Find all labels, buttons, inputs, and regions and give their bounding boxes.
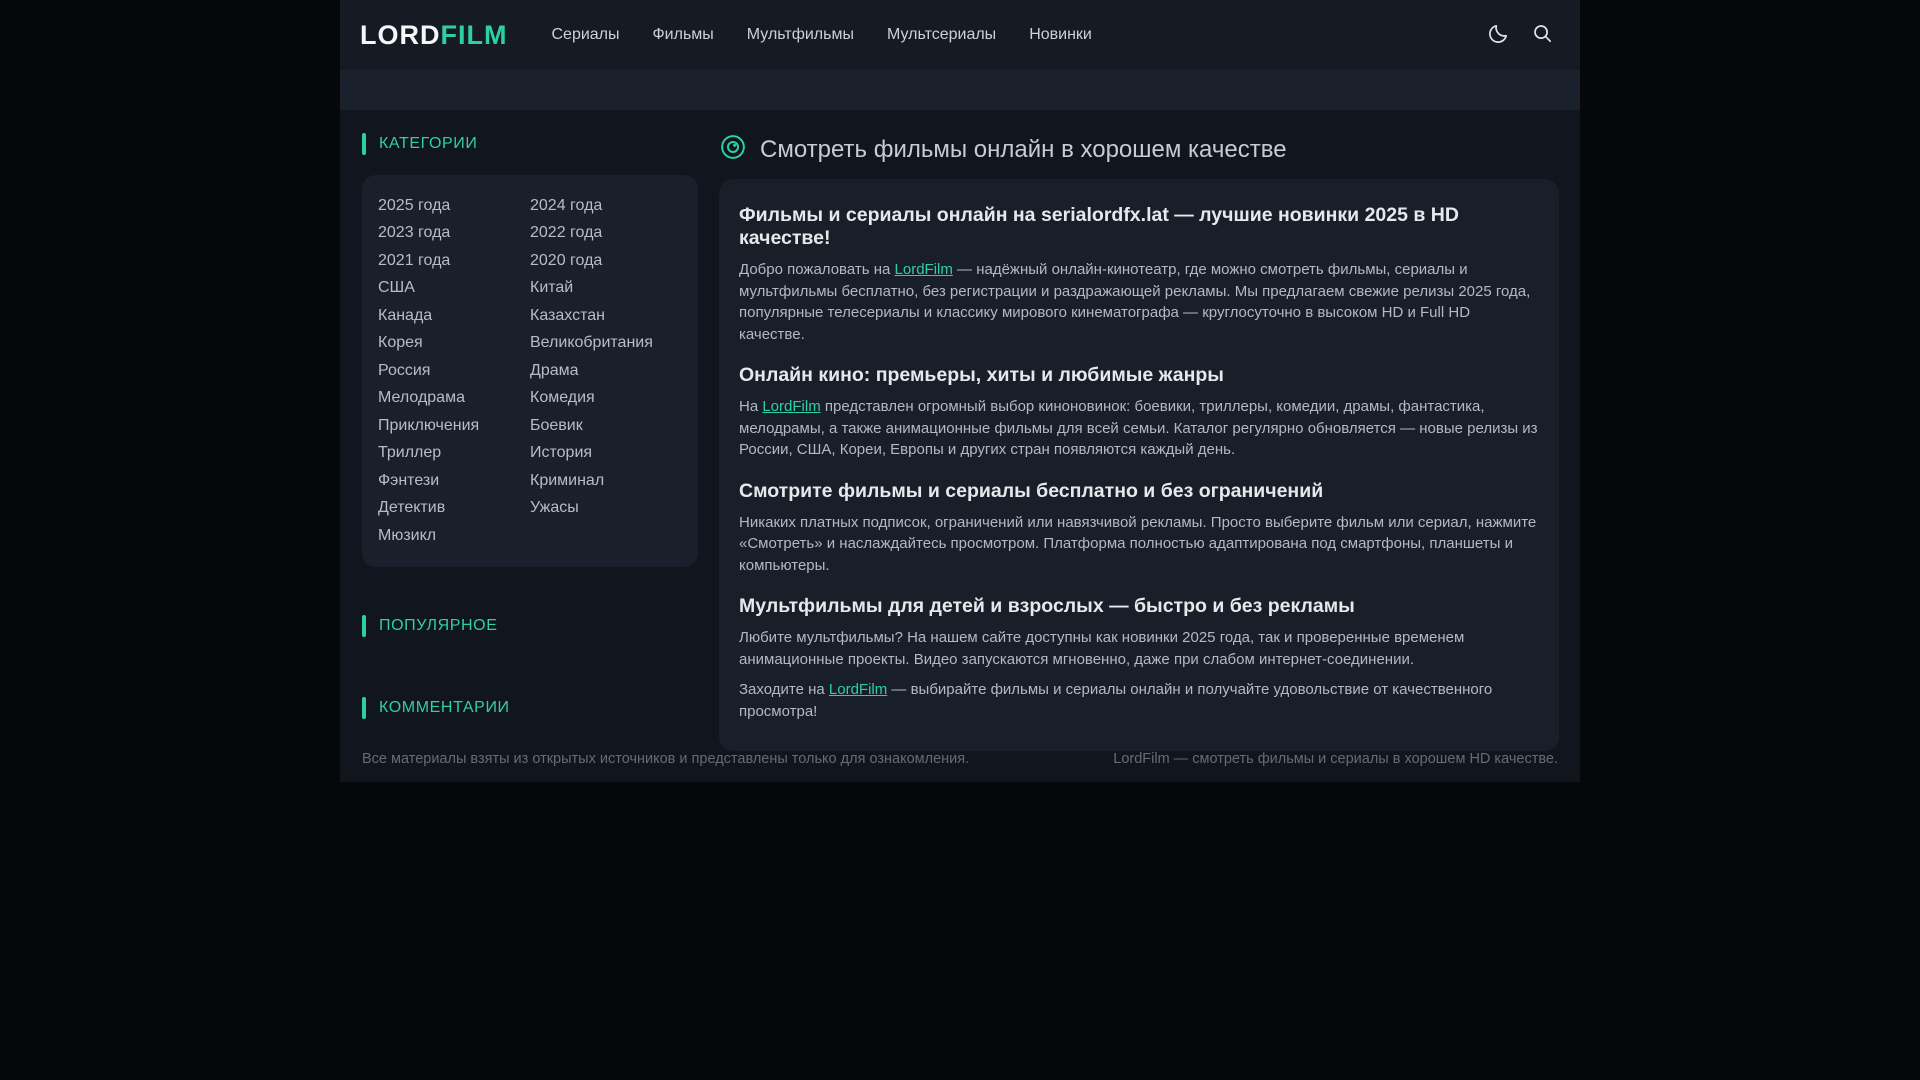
- popular-title: ПОПУЛЯРНОЕ: [379, 617, 497, 635]
- nav-item-cartoons[interactable]: Мультфильмы: [747, 26, 854, 44]
- sidebar: КАТЕГОРИИ 2025 года 2023 года 2021 года …: [362, 133, 698, 751]
- header: LORDFILM Сериалы Фильмы Мультфильмы Муль…: [340, 0, 1580, 70]
- article-heading: Фильмы и сериалы онлайн на serialordfx.l…: [739, 204, 1539, 250]
- article-paragraph: Добро пожаловать на LordFilm — надёжный …: [739, 259, 1539, 345]
- category-link[interactable]: Фэнтези: [378, 467, 530, 495]
- category-link[interactable]: Корея: [378, 330, 530, 358]
- main-nav: Сериалы Фильмы Мультфильмы Мультсериалы …: [551, 26, 1091, 44]
- comments-title: КОММЕНТАРИИ: [379, 699, 510, 717]
- subheader-strip: [340, 70, 1580, 110]
- paragraph-text: Заходите на: [739, 681, 829, 698]
- seo-text-card: Фильмы и сериалы онлайн на serialordfx.l…: [719, 179, 1559, 751]
- nav-item-films[interactable]: Фильмы: [653, 26, 714, 44]
- categories-column-1: 2025 года 2023 года 2021 года США Канада…: [378, 192, 530, 550]
- sidebar-section-popular: ПОПУЛЯРНОЕ: [362, 615, 698, 637]
- category-link[interactable]: Криминал: [530, 467, 682, 495]
- category-link[interactable]: 2022 года: [530, 220, 682, 248]
- lordfilm-link[interactable]: LordFilm: [895, 261, 953, 278]
- category-link[interactable]: Мелодрама: [378, 385, 530, 413]
- article-paragraph: Никаких платных подписок, ограничений ил…: [739, 512, 1539, 577]
- category-link[interactable]: Ужасы: [530, 495, 682, 523]
- category-link[interactable]: История: [530, 440, 682, 468]
- section-accent-bar: [362, 133, 366, 155]
- article-heading: Мультфильмы для детей и взрослых — быстр…: [739, 595, 1539, 618]
- category-link[interactable]: Казахстан: [530, 302, 682, 330]
- logo[interactable]: LORDFILM: [360, 20, 507, 51]
- category-link[interactable]: Детектив: [378, 495, 530, 523]
- paragraph-text: На: [739, 398, 762, 415]
- nav-item-cartoon-series[interactable]: Мультсериалы: [887, 26, 996, 44]
- category-link[interactable]: Триллер: [378, 440, 530, 468]
- moon-icon: [1487, 22, 1510, 48]
- category-link[interactable]: Китай: [530, 275, 682, 303]
- sidebar-section-categories: КАТЕГОРИИ: [362, 133, 698, 155]
- category-link[interactable]: Боевик: [530, 412, 682, 440]
- paragraph-text: представлен огромный выбор киноновинок: …: [739, 398, 1538, 458]
- search-icon: [1531, 22, 1554, 48]
- page-title-row: Смотреть фильмы онлайн в хорошем качеств…: [719, 133, 1559, 166]
- footer: Все материалы взяты из открытых источник…: [340, 751, 1580, 767]
- category-link[interactable]: 2024 года: [530, 192, 682, 220]
- article-heading: Смотрите фильмы и сериалы бесплатно и бе…: [739, 480, 1539, 503]
- categories-column-2: 2024 года 2022 года 2020 года Китай Каза…: [530, 192, 682, 550]
- logo-text-lord: LORD: [360, 20, 441, 50]
- footer-tagline: LordFilm — смотреть фильмы и сериалы в х…: [1113, 751, 1558, 767]
- header-actions: [1487, 22, 1554, 48]
- theme-toggle-button[interactable]: [1487, 22, 1510, 48]
- section-accent-bar: [362, 615, 366, 637]
- category-link[interactable]: Мюзикл: [378, 522, 530, 550]
- categories-card: 2025 года 2023 года 2021 года США Канада…: [362, 175, 698, 567]
- content-area: КАТЕГОРИИ 2025 года 2023 года 2021 года …: [340, 110, 1580, 751]
- category-link[interactable]: 2023 года: [378, 220, 530, 248]
- paragraph-text: Добро пожаловать на: [739, 261, 895, 278]
- lordfilm-link[interactable]: LordFilm: [762, 398, 820, 415]
- article-paragraph: На LordFilm представлен огромный выбор к…: [739, 396, 1539, 461]
- category-link[interactable]: США: [378, 275, 530, 303]
- sidebar-section-comments: КОММЕНТАРИИ: [362, 697, 698, 719]
- nav-item-new[interactable]: Новинки: [1029, 26, 1092, 44]
- category-link[interactable]: 2021 года: [378, 247, 530, 275]
- article-paragraph: Любите мультфильмы? На нашем сайте досту…: [739, 627, 1539, 670]
- category-link[interactable]: Драма: [530, 357, 682, 385]
- category-link[interactable]: Россия: [378, 357, 530, 385]
- nav-item-serials[interactable]: Сериалы: [551, 26, 619, 44]
- page-container: LORDFILM Сериалы Фильмы Мультфильмы Муль…: [340, 0, 1580, 782]
- categories-title: КАТЕГОРИИ: [379, 135, 477, 153]
- main-panel: Смотреть фильмы онлайн в хорошем качеств…: [719, 133, 1559, 751]
- section-accent-bar: [362, 697, 366, 719]
- logo-text-film: FILM: [441, 20, 508, 50]
- article-heading: Онлайн кино: премьеры, хиты и любимые жа…: [739, 364, 1539, 387]
- category-link[interactable]: Приключения: [378, 412, 530, 440]
- category-link[interactable]: Великобритания: [530, 330, 682, 358]
- article-paragraph: Заходите на LordFilm — выбирайте фильмы …: [739, 679, 1539, 722]
- category-link[interactable]: Комедия: [530, 385, 682, 413]
- category-link[interactable]: Канада: [378, 302, 530, 330]
- category-link[interactable]: 2020 года: [530, 247, 682, 275]
- category-link[interactable]: 2025 года: [378, 192, 530, 220]
- page-title: Смотреть фильмы онлайн в хорошем качеств…: [760, 136, 1287, 164]
- disc-icon: [719, 133, 747, 166]
- search-button[interactable]: [1531, 22, 1554, 48]
- lordfilm-link[interactable]: LordFilm: [829, 681, 887, 698]
- footer-disclaimer: Все материалы взяты из открытых источник…: [362, 751, 969, 767]
